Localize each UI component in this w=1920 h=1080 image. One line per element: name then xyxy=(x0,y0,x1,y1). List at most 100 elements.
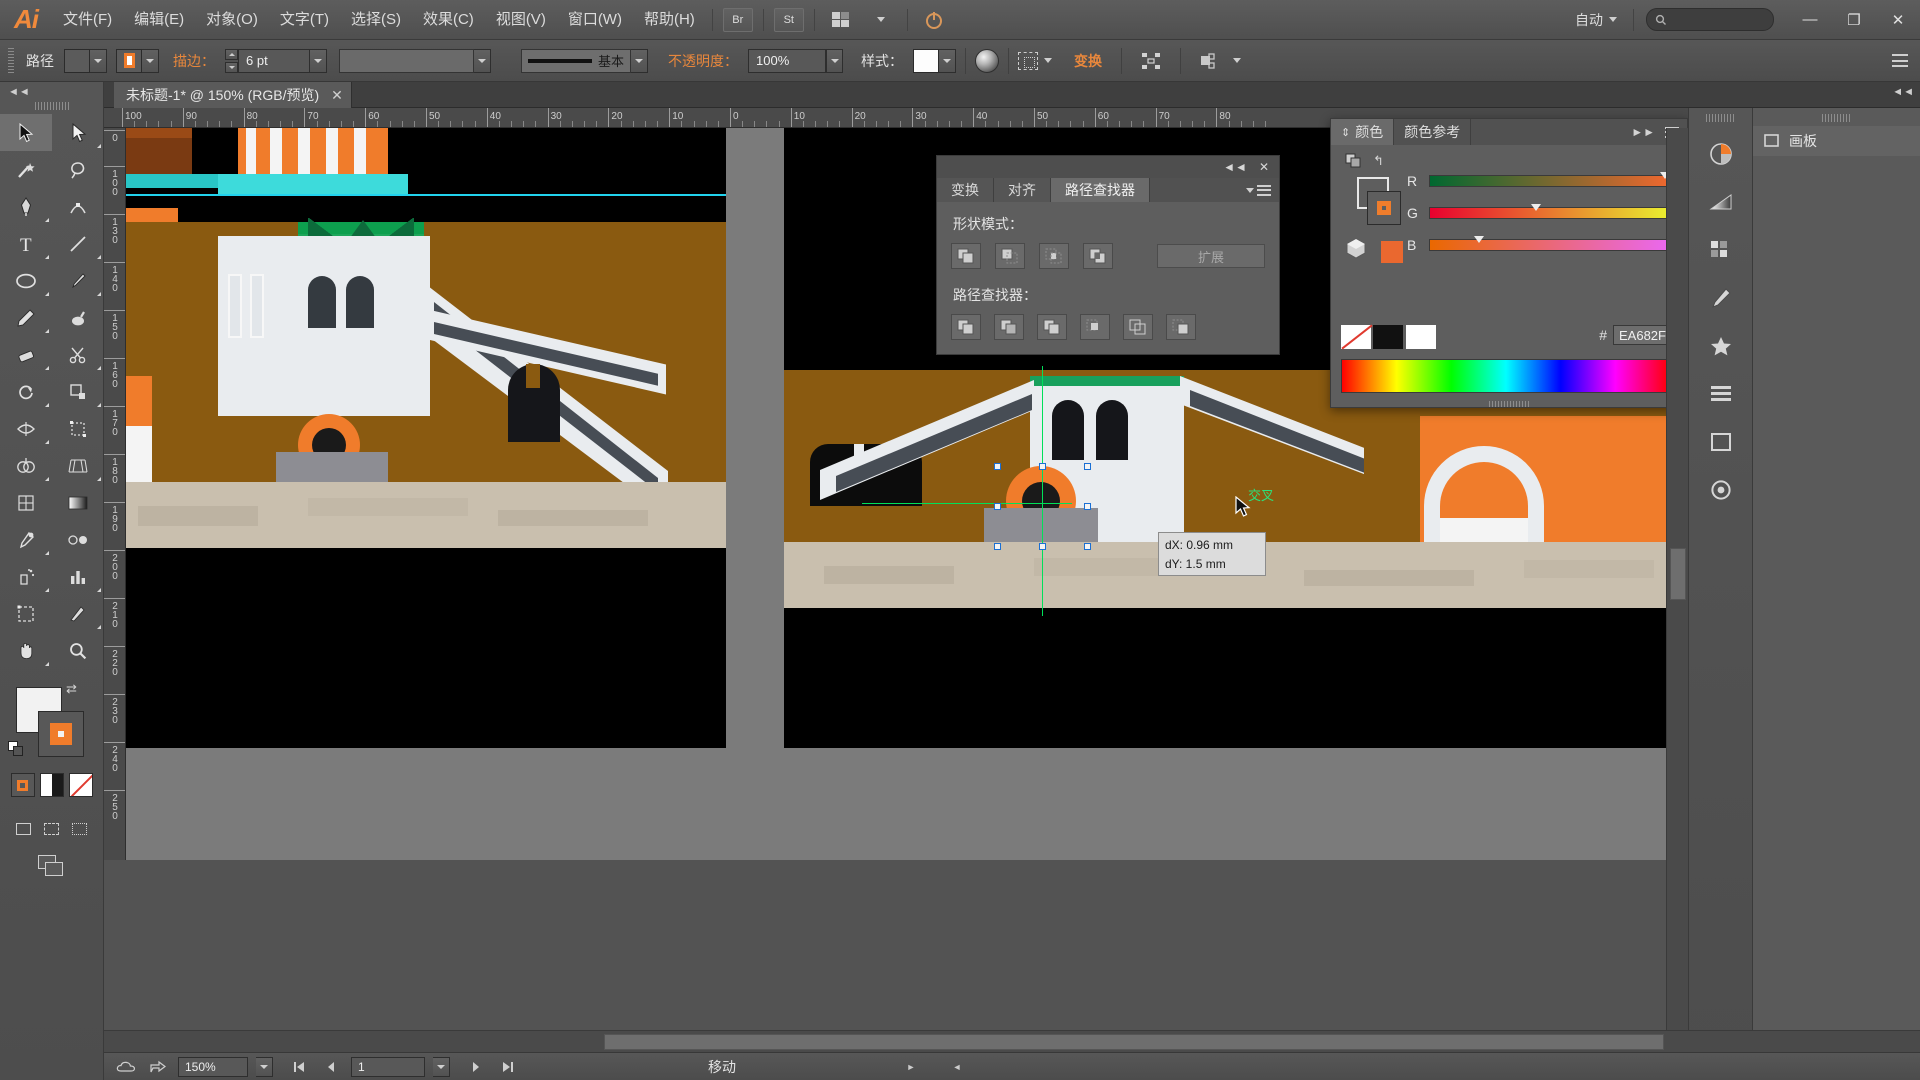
tab-color-guide[interactable]: 颜色参考 xyxy=(1394,119,1472,145)
color-panel-resize-grip[interactable] xyxy=(1489,401,1529,407)
color-button[interactable] xyxy=(10,773,35,797)
screen-mode-button[interactable] xyxy=(0,855,103,879)
tool-selection[interactable] xyxy=(0,114,52,151)
artboard-dropdown-arrow[interactable] xyxy=(433,1056,450,1077)
dock-artboards-button[interactable] xyxy=(1689,418,1753,466)
gradient-button[interactable] xyxy=(39,773,64,797)
anchor-point[interactable] xyxy=(994,503,1001,510)
transform-chevron-down-icon[interactable] xyxy=(1044,58,1052,63)
outline-button[interactable] xyxy=(1123,314,1153,340)
opacity-control[interactable]: 100% xyxy=(748,48,843,73)
tool-magic-wand[interactable] xyxy=(0,151,52,188)
color-spectrum-bar[interactable] xyxy=(1341,359,1671,393)
artboards-panel-grip[interactable] xyxy=(1821,114,1852,122)
tool-direct-selection[interactable] xyxy=(52,114,104,151)
fill-stroke-toggle-icon[interactable] xyxy=(1345,153,1363,172)
brush-definition-control[interactable]: 基本 xyxy=(521,48,648,73)
transform-label[interactable]: 变换 xyxy=(1074,51,1102,71)
tab-color[interactable]: ⇕ 颜色 xyxy=(1331,119,1395,145)
minus-front-button[interactable] xyxy=(995,243,1025,269)
menu-file[interactable]: 文件(F) xyxy=(52,0,123,40)
document-tab-close-icon[interactable]: ✕ xyxy=(331,87,343,104)
unite-button[interactable] xyxy=(951,243,981,269)
color-panel-collapse-icon[interactable]: ►► xyxy=(1631,125,1655,139)
opacity-field[interactable]: 100% xyxy=(748,48,826,73)
menu-edit[interactable]: 编辑(E) xyxy=(123,0,195,40)
pathfinder-panel-titlebar[interactable]: ◄◄ ✕ xyxy=(937,156,1279,178)
anchor-point[interactable] xyxy=(1039,463,1046,470)
last-page-button[interactable] xyxy=(496,1057,520,1077)
menu-type[interactable]: 文字(T) xyxy=(269,0,340,40)
draw-behind-button[interactable] xyxy=(41,819,63,839)
anchor-point[interactable] xyxy=(1084,503,1091,510)
stroke-dropdown-arrow[interactable] xyxy=(142,48,159,73)
pathfinder-close-icon[interactable]: ✕ xyxy=(1259,160,1269,174)
prev-page-button[interactable] xyxy=(319,1057,343,1077)
zoom-dropdown-arrow[interactable] xyxy=(256,1056,273,1077)
tool-paintbrush[interactable] xyxy=(52,262,104,299)
pathfinder-panel-menu-button[interactable] xyxy=(1246,178,1279,202)
tool-line-segment[interactable] xyxy=(52,225,104,262)
stroke-swatch[interactable] xyxy=(116,48,142,73)
dock-layers-button[interactable] xyxy=(1689,370,1753,418)
tool-gradient[interactable] xyxy=(52,484,104,521)
tool-pencil[interactable] xyxy=(0,299,52,336)
tool-add-anchor[interactable] xyxy=(52,188,104,225)
tool-scissors[interactable] xyxy=(52,336,104,373)
tab-pathfinder[interactable]: 路径查找器 xyxy=(1051,178,1150,202)
fill-swatch[interactable] xyxy=(64,48,90,73)
menu-view[interactable]: 视图(V) xyxy=(485,0,557,40)
search-input[interactable] xyxy=(1646,8,1774,31)
tool-type[interactable]: T xyxy=(0,225,52,262)
draw-normal-button[interactable] xyxy=(13,819,35,839)
anchor-point[interactable] xyxy=(994,543,1001,550)
tool-symbol-sprayer[interactable] xyxy=(0,558,52,595)
tab-align[interactable]: 对齐 xyxy=(994,178,1051,202)
stroke-weight-field[interactable]: 6 pt xyxy=(238,48,310,73)
power-button[interactable] xyxy=(916,7,952,33)
none-swatch[interactable] xyxy=(1341,325,1371,349)
tool-blob-brush[interactable] xyxy=(52,299,104,336)
toolbar-collapse-button[interactable]: ◄◄ xyxy=(0,82,103,102)
crop-button[interactable] xyxy=(1080,314,1110,340)
stroke-weight-control[interactable]: 6 pt xyxy=(225,48,327,73)
tool-shape-builder[interactable] xyxy=(0,447,52,484)
tool-artboard[interactable] xyxy=(0,595,52,632)
workspace-label[interactable]: 自动 xyxy=(1569,10,1609,30)
tool-free-transform[interactable] xyxy=(52,410,104,447)
tool-ellipse[interactable] xyxy=(0,262,52,299)
dock-color-button[interactable] xyxy=(1689,130,1753,178)
slider-thumb-b[interactable] xyxy=(1474,236,1484,243)
artboard-number-field[interactable]: 1 xyxy=(351,1056,425,1077)
reset-arrow-icon[interactable]: ↰ xyxy=(1373,153,1384,169)
anchor-point[interactable] xyxy=(1084,463,1091,470)
slider-r[interactable] xyxy=(1429,172,1685,187)
stroke-profile-field[interactable] xyxy=(339,48,474,73)
zoom-level-field[interactable]: 150% xyxy=(178,1056,248,1077)
arrange-dropdown-arrow[interactable] xyxy=(863,7,899,33)
pathfinder-collapse-icon[interactable]: ◄◄ xyxy=(1223,160,1247,174)
brush-preview[interactable]: 基本 xyxy=(521,48,631,73)
tool-column-graph[interactable] xyxy=(52,558,104,595)
transform-control[interactable] xyxy=(1018,51,1052,70)
anchor-point[interactable] xyxy=(994,463,1001,470)
tool-perspective-grid[interactable] xyxy=(52,447,104,484)
control-bar-grip[interactable] xyxy=(8,47,14,74)
window-minimize-button[interactable]: — xyxy=(1788,0,1832,40)
next-page-button[interactable] xyxy=(464,1057,488,1077)
menu-object[interactable]: 对象(O) xyxy=(195,0,269,40)
trim-button[interactable] xyxy=(994,314,1024,340)
menu-window[interactable]: 窗口(W) xyxy=(557,0,633,40)
tool-rotate[interactable] xyxy=(0,373,52,410)
menu-effect[interactable]: 效果(C) xyxy=(412,0,485,40)
share-icon[interactable] xyxy=(146,1057,170,1077)
tool-zoom[interactable] xyxy=(52,632,104,669)
first-page-button[interactable] xyxy=(287,1057,311,1077)
black-swatch[interactable] xyxy=(1373,325,1403,349)
dock-swatches-button[interactable] xyxy=(1689,226,1753,274)
opacity-dropdown-arrow[interactable] xyxy=(826,48,843,73)
stroke-color-control[interactable] xyxy=(116,48,159,73)
toolbar-grip[interactable] xyxy=(34,102,69,110)
transform-bbox-icon[interactable] xyxy=(1018,51,1038,70)
align-button[interactable] xyxy=(1133,48,1169,74)
